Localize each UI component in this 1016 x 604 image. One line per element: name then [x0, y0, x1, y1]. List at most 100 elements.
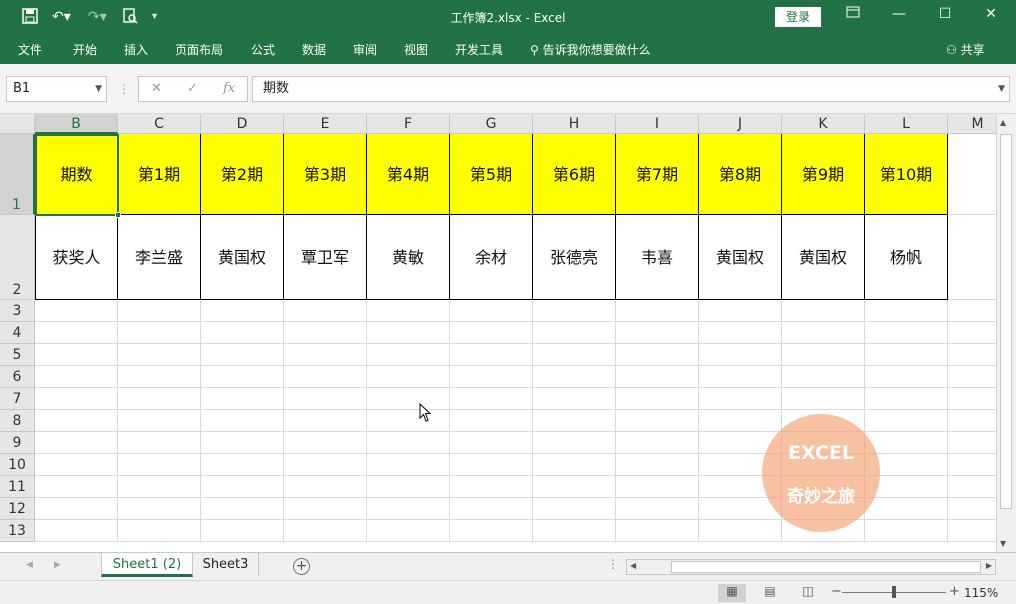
cell-j4[interactable]	[699, 322, 782, 344]
cell-c12[interactable]	[118, 498, 201, 520]
cell-f2[interactable]: 黄敏	[367, 215, 450, 300]
cell-h5[interactable]	[533, 344, 616, 366]
cell-d1[interactable]: 第2期	[201, 134, 284, 215]
cell-m7[interactable]	[948, 388, 996, 410]
cell-e3[interactable]	[284, 300, 367, 322]
insert-function-icon[interactable]: fx	[223, 81, 235, 96]
cell-f11[interactable]	[367, 476, 450, 498]
cell-b8[interactable]	[35, 410, 118, 432]
cell-d5[interactable]	[201, 344, 284, 366]
tab-formulas[interactable]: 公式	[251, 41, 275, 58]
row-header-10[interactable]: 10	[0, 454, 35, 476]
cell-l2[interactable]: 杨帆	[865, 215, 948, 300]
cell-e13[interactable]	[284, 520, 367, 542]
tab-review[interactable]: 审阅	[353, 41, 377, 58]
cell-h8[interactable]	[533, 410, 616, 432]
cell-j8[interactable]	[699, 410, 782, 432]
cell-b3[interactable]	[35, 300, 118, 322]
tab-page-layout[interactable]: 页面布局	[175, 41, 223, 58]
cell-d7[interactable]	[201, 388, 284, 410]
cell-b10[interactable]	[35, 454, 118, 476]
share-button[interactable]: ⚇ 共享	[946, 41, 985, 58]
vertical-scrollbar[interactable]: ▲ ▼	[996, 114, 1016, 554]
cell-e12[interactable]	[284, 498, 367, 520]
cell-i1[interactable]: 第7期	[616, 134, 699, 215]
cell-g3[interactable]	[450, 300, 533, 322]
cell-g1[interactable]: 第5期	[450, 134, 533, 215]
column-header-m[interactable]: M	[948, 114, 996, 134]
cell-f3[interactable]	[367, 300, 450, 322]
cell-f9[interactable]	[367, 432, 450, 454]
cell-h6[interactable]	[533, 366, 616, 388]
tab-data[interactable]: 数据	[302, 41, 326, 58]
sheet-tab-sheet3[interactable]: Sheet3	[193, 553, 259, 577]
cell-k3[interactable]	[782, 300, 865, 322]
scroll-up-icon[interactable]: ▲	[1000, 118, 1006, 127]
cell-m11[interactable]	[948, 476, 996, 498]
cell-m13[interactable]	[948, 520, 996, 542]
sheet-tab-sheet1-2[interactable]: Sheet1 (2)	[101, 553, 193, 577]
cell-d6[interactable]	[201, 366, 284, 388]
cancel-icon[interactable]: ✕	[151, 81, 162, 96]
enter-icon[interactable]: ✓	[187, 81, 198, 96]
expand-formula-bar-icon[interactable]: ▼	[998, 77, 1005, 101]
cell-h4[interactable]	[533, 322, 616, 344]
cell-e7[interactable]	[284, 388, 367, 410]
cell-h3[interactable]	[533, 300, 616, 322]
cell-f1[interactable]: 第4期	[367, 134, 450, 215]
row-header-7[interactable]: 7	[0, 388, 35, 410]
cell-m5[interactable]	[948, 344, 996, 366]
cell-d9[interactable]	[201, 432, 284, 454]
cell-c9[interactable]	[118, 432, 201, 454]
cell-d12[interactable]	[201, 498, 284, 520]
cell-c5[interactable]	[118, 344, 201, 366]
zoom-in-icon[interactable]: +	[949, 584, 960, 599]
cell-e9[interactable]	[284, 432, 367, 454]
cell-b4[interactable]	[35, 322, 118, 344]
cell-m12[interactable]	[948, 498, 996, 520]
cell-c8[interactable]	[118, 410, 201, 432]
cell-i13[interactable]	[616, 520, 699, 542]
cell-j13[interactable]	[699, 520, 782, 542]
tab-file[interactable]: 文件	[18, 41, 42, 58]
cell-c13[interactable]	[118, 520, 201, 542]
column-header-g[interactable]: G	[450, 114, 533, 134]
page-layout-view-icon[interactable]: ▤	[756, 584, 784, 602]
cell-e2[interactable]: 覃卫军	[284, 215, 367, 300]
name-box[interactable]: B1 ▼	[6, 76, 107, 102]
cell-d10[interactable]	[201, 454, 284, 476]
cell-k6[interactable]	[782, 366, 865, 388]
cell-e10[interactable]	[284, 454, 367, 476]
cell-b5[interactable]	[35, 344, 118, 366]
cell-i3[interactable]	[616, 300, 699, 322]
cell-f8[interactable]	[367, 410, 450, 432]
column-header-f[interactable]: F	[367, 114, 450, 134]
horizontal-scrollbar[interactable]: ◀ ▶	[626, 559, 996, 575]
column-header-c[interactable]: C	[118, 114, 201, 134]
cell-f5[interactable]	[367, 344, 450, 366]
cell-d11[interactable]	[201, 476, 284, 498]
cell-f10[interactable]	[367, 454, 450, 476]
cell-f4[interactable]	[367, 322, 450, 344]
column-header-d[interactable]: D	[201, 114, 284, 134]
cell-g8[interactable]	[450, 410, 533, 432]
cell-l6[interactable]	[865, 366, 948, 388]
cell-c3[interactable]	[118, 300, 201, 322]
cell-k4[interactable]	[782, 322, 865, 344]
cell-i9[interactable]	[616, 432, 699, 454]
chevron-down-icon[interactable]: ▼	[95, 77, 102, 101]
cell-f7[interactable]	[367, 388, 450, 410]
cell-l5[interactable]	[865, 344, 948, 366]
cell-c6[interactable]	[118, 366, 201, 388]
column-header-e[interactable]: E	[284, 114, 367, 134]
tab-insert[interactable]: 插入	[124, 41, 148, 58]
cell-l8[interactable]	[865, 410, 948, 432]
cell-m9[interactable]	[948, 432, 996, 454]
cell-g9[interactable]	[450, 432, 533, 454]
tab-developer[interactable]: 开发工具	[455, 41, 503, 58]
column-header-j[interactable]: J	[699, 114, 782, 134]
cell-b7[interactable]	[35, 388, 118, 410]
add-sheet-icon[interactable]: +	[293, 558, 310, 575]
cell-i4[interactable]	[616, 322, 699, 344]
column-header-l[interactable]: L	[865, 114, 948, 134]
